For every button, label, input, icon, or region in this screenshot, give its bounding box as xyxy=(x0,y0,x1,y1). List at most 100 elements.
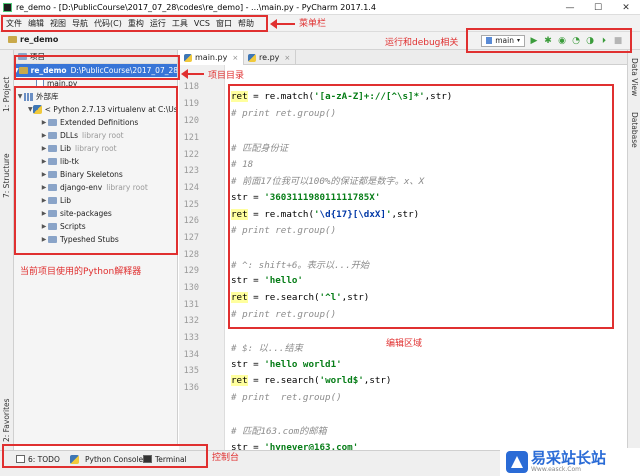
menu-view[interactable]: 视图 xyxy=(47,18,69,29)
tree-file-main[interactable]: main.py xyxy=(14,77,177,90)
menu-file[interactable]: 文件 xyxy=(3,18,25,29)
breadcrumb[interactable]: re_demo xyxy=(8,35,58,44)
folder-icon xyxy=(8,36,17,43)
line-number: 132 xyxy=(183,316,199,326)
python-console-button[interactable]: Python Console xyxy=(70,453,143,465)
minimize-button[interactable]: — xyxy=(556,0,584,15)
line-number: 125 xyxy=(183,200,199,210)
tree-lib-item[interactable]: ▶ Lib library root xyxy=(14,142,177,155)
menu-refactor[interactable]: 重构 xyxy=(125,18,147,29)
coverage-icon[interactable]: ◉ xyxy=(557,36,567,46)
tree-external-libs[interactable]: ▼ 外部库 xyxy=(14,90,177,103)
tree-lib-item[interactable]: ▶ site-packages xyxy=(14,207,177,220)
site-watermark: 易采站长站 Www.easck.Com xyxy=(500,448,640,476)
folder-icon xyxy=(48,119,57,126)
todo-tool-button[interactable]: 6: TODO xyxy=(16,453,60,465)
run-config-select[interactable]: main ▾ xyxy=(481,34,525,47)
close-tab-icon[interactable]: × xyxy=(232,54,238,62)
folder-icon xyxy=(48,145,57,152)
folder-icon xyxy=(48,132,57,139)
right-tool-strip: Data View Database xyxy=(627,50,640,450)
run-icon[interactable]: ▶ xyxy=(529,36,539,46)
stop-icon[interactable]: ■ xyxy=(613,36,623,46)
code-line: ret = re.search('world$' ,str) xyxy=(231,374,392,386)
tree-lib-item[interactable]: ▶ Binary Skeletons xyxy=(14,168,177,181)
tab-label: main.py xyxy=(195,53,228,62)
expand-arrow-icon: ▶ xyxy=(41,197,47,204)
project-panel-header: 项目 xyxy=(14,50,177,64)
structure-tool-tab[interactable]: 7: Structure xyxy=(2,153,11,198)
tree-lib-item[interactable]: ▶ django-env library root xyxy=(14,181,177,194)
python-file-icon xyxy=(36,79,44,88)
todo-icon xyxy=(16,455,25,463)
close-tab-icon[interactable]: × xyxy=(284,54,290,62)
dataview-tool-tab[interactable]: Data View xyxy=(630,58,639,96)
project-dir-arrow xyxy=(181,69,204,79)
project-tool-tab[interactable]: 1: Project xyxy=(2,77,11,112)
profile-icon[interactable]: ◔ xyxy=(571,36,581,46)
menubar-arrow xyxy=(270,19,295,29)
tree-lib-item[interactable]: ▶ Extended Definitions xyxy=(14,116,177,129)
favorites-tool-tab[interactable]: 2: Favorites xyxy=(2,398,11,442)
tree-note: library root xyxy=(75,144,117,153)
watermark-name: 易采站长站 xyxy=(531,449,607,467)
menu-help[interactable]: 帮助 xyxy=(235,18,257,29)
pycharm-app-icon xyxy=(3,2,12,12)
folder-icon xyxy=(48,236,57,243)
expand-arrow-icon: ▶ xyxy=(41,236,47,243)
menu-vcs[interactable]: VCS xyxy=(191,19,213,28)
tree-label: 外部库 xyxy=(36,92,59,101)
tree-lib-item[interactable]: ▶ Lib xyxy=(14,194,177,207)
chevron-down-icon: ▾ xyxy=(516,37,520,44)
tree-interpreter[interactable]: ▼ < Python 2.7.13 virtualenv at C:\Use xyxy=(14,103,177,116)
tab-re-py[interactable]: re.py × xyxy=(243,50,297,65)
tree-lib-item[interactable]: ▶ lib-tk xyxy=(14,155,177,168)
database-tool-tab[interactable]: Database xyxy=(630,112,639,148)
folder-icon xyxy=(48,171,57,178)
todo-label: 6: TODO xyxy=(28,454,60,464)
close-button[interactable]: ✕ xyxy=(612,0,640,15)
code-line: str = '360311198011111785X' xyxy=(231,191,381,203)
line-number: 136 xyxy=(183,383,199,393)
run-toolbar: main ▾ ▶ ✱ ◉ ◔ ◑ ⏵ ■ xyxy=(468,32,630,49)
menu-edit[interactable]: 编辑 xyxy=(25,18,47,29)
folder-icon xyxy=(48,158,57,165)
code-line: # print ret.group() xyxy=(231,308,337,320)
menu-run[interactable]: 运行 xyxy=(147,18,169,29)
expand-arrow-icon: ▶ xyxy=(41,158,47,165)
annotation-interpreter: 当前项目使用的Python解释器 xyxy=(20,267,142,277)
expand-arrow-icon: ▶ xyxy=(41,119,47,126)
code-editor[interactable]: ret = re.match('[a-zA-Z]+://[^\s]*' ,str)… xyxy=(225,65,627,450)
tree-lib-item[interactable]: ▶ DLLs library root xyxy=(14,129,177,142)
code-line: str = 'hynever@163.com' xyxy=(231,441,359,450)
debug-icon[interactable]: ✱ xyxy=(543,36,553,46)
tree-file-label: main.py xyxy=(47,79,78,88)
python-icon xyxy=(32,105,42,114)
code-line: # ^: shift+6。表示以...开始 xyxy=(231,260,370,272)
tree-lib-item[interactable]: ▶ Typeshed Stubs xyxy=(14,233,177,246)
annotation-console: 控制台 xyxy=(212,453,240,463)
run-concurrency-icon[interactable]: ⏵ xyxy=(599,36,609,46)
tree-label: Binary Skeletons xyxy=(60,170,123,179)
terminal-label: Terminal xyxy=(155,454,187,464)
tree-root[interactable]: ▼ re_demo D:\PublicCourse\2017_07_28 xyxy=(14,64,177,77)
terminal-button[interactable]: Terminal xyxy=(143,453,187,465)
line-number: 127 xyxy=(183,233,199,243)
concurrency-icon[interactable]: ◑ xyxy=(585,36,595,46)
tree-label: < Python 2.7.13 virtualenv at C:\Use xyxy=(44,105,178,114)
tab-main-py[interactable]: main.py × xyxy=(179,50,245,65)
line-number: 134 xyxy=(183,350,199,360)
python-console-label: Python Console xyxy=(85,454,144,464)
folder-icon xyxy=(48,184,57,191)
maximize-button[interactable]: ☐ xyxy=(584,0,612,15)
menu-code[interactable]: 代码(C) xyxy=(91,18,125,29)
code-line: # $: 以...结束 xyxy=(231,343,303,355)
menu-navigate[interactable]: 导航 xyxy=(69,18,91,29)
line-number: 126 xyxy=(183,216,199,226)
menu-tools[interactable]: 工具 xyxy=(169,18,191,29)
line-number: 119 xyxy=(183,99,199,109)
tree-lib-item[interactable]: ▶ Scripts xyxy=(14,220,177,233)
menu-window[interactable]: 窗口 xyxy=(213,18,235,29)
left-tool-strip: 1: Project 7: Structure 2: Favorites xyxy=(0,50,14,450)
expand-arrow-icon: ▶ xyxy=(41,184,47,191)
